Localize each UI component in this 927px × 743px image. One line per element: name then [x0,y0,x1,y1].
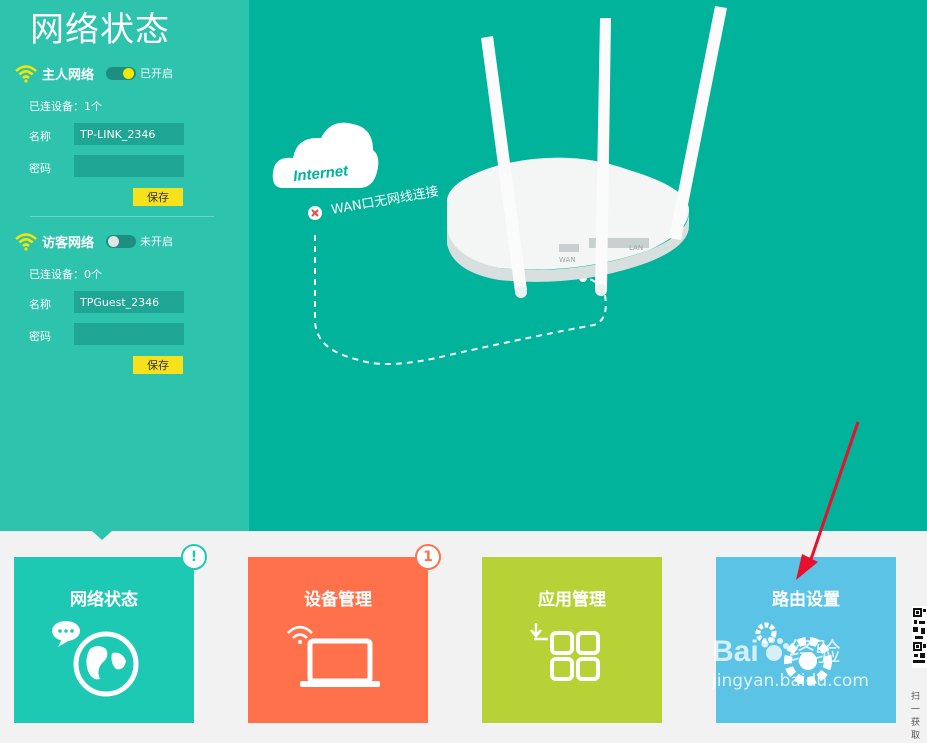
guest-network-status: 未开启 [140,235,174,248]
guest-save-button[interactable]: 保存 [133,356,183,374]
guest-name-label: 名称 [29,298,51,311]
count-badge: 1 [415,544,441,570]
host-network-status: 已开启 [140,67,174,80]
tile-device-management[interactable]: 1 设备管理 [248,544,441,723]
qr-caption: 扫一 获取 [911,692,921,741]
guest-password-input[interactable] [74,323,184,345]
wifi-icon [15,233,37,251]
tile-router-settings-label: 路由设置 [772,590,840,610]
host-connected-devices: 已连设备：1个 [29,100,102,113]
wan-status-text: WAN口无网线连接 [330,183,440,218]
page-title: 网络状态 [30,10,170,50]
watermark-brand-2: 经验 [788,638,841,668]
active-tab-pointer [92,531,112,540]
router-image: WAN LAN [447,6,727,298]
host-name-label: 名称 [29,130,51,143]
watermark-url: jingyan.baidu.com [712,671,869,691]
host-password-input[interactable] [74,155,184,177]
tile-network-status[interactable]: ! 网络状态 [14,544,207,723]
laptop-wifi-icon [287,625,380,687]
host-network-toggle[interactable] [106,66,137,80]
guest-password-label: 密码 [29,330,51,343]
divider [30,216,214,217]
annotation-arrow [796,421,860,580]
watermark-brand: Bai [712,635,759,668]
guest-ssid-input[interactable] [74,291,184,313]
guest-connected-devices: 已连设备：0个 [29,268,102,281]
error-x-icon [308,206,322,220]
alert-badge: ! [181,544,207,570]
watermark: Bai 经验 jingyan.baidu.com [712,632,869,691]
tile-device-management-label: 设备管理 [304,590,372,610]
host-save-button[interactable]: 保存 [133,188,183,206]
qr-code-icon [912,606,927,668]
wan-port-label: WAN [559,256,576,264]
host-network-label: 主人网络 [42,67,95,83]
tile-network-status-label: 网络状态 [70,590,138,610]
host-password-label: 密码 [29,162,51,175]
guest-network-label: 访客网络 [42,235,95,251]
guest-network-toggle[interactable] [106,234,137,248]
host-ssid-input[interactable] [74,123,184,145]
tile-app-management[interactable]: 应用管理 [482,557,662,723]
paw-icon [761,637,789,661]
tile-app-management-label: 应用管理 [538,590,606,610]
wifi-icon [15,65,37,83]
lan-port-label: LAN [629,244,643,252]
network-status-panel: 网络状态 主人网络 已开启 已连设备：1个 名称 密码 保存 [0,0,249,531]
apps-grid-icon [530,623,600,681]
globe-icon [52,621,139,697]
